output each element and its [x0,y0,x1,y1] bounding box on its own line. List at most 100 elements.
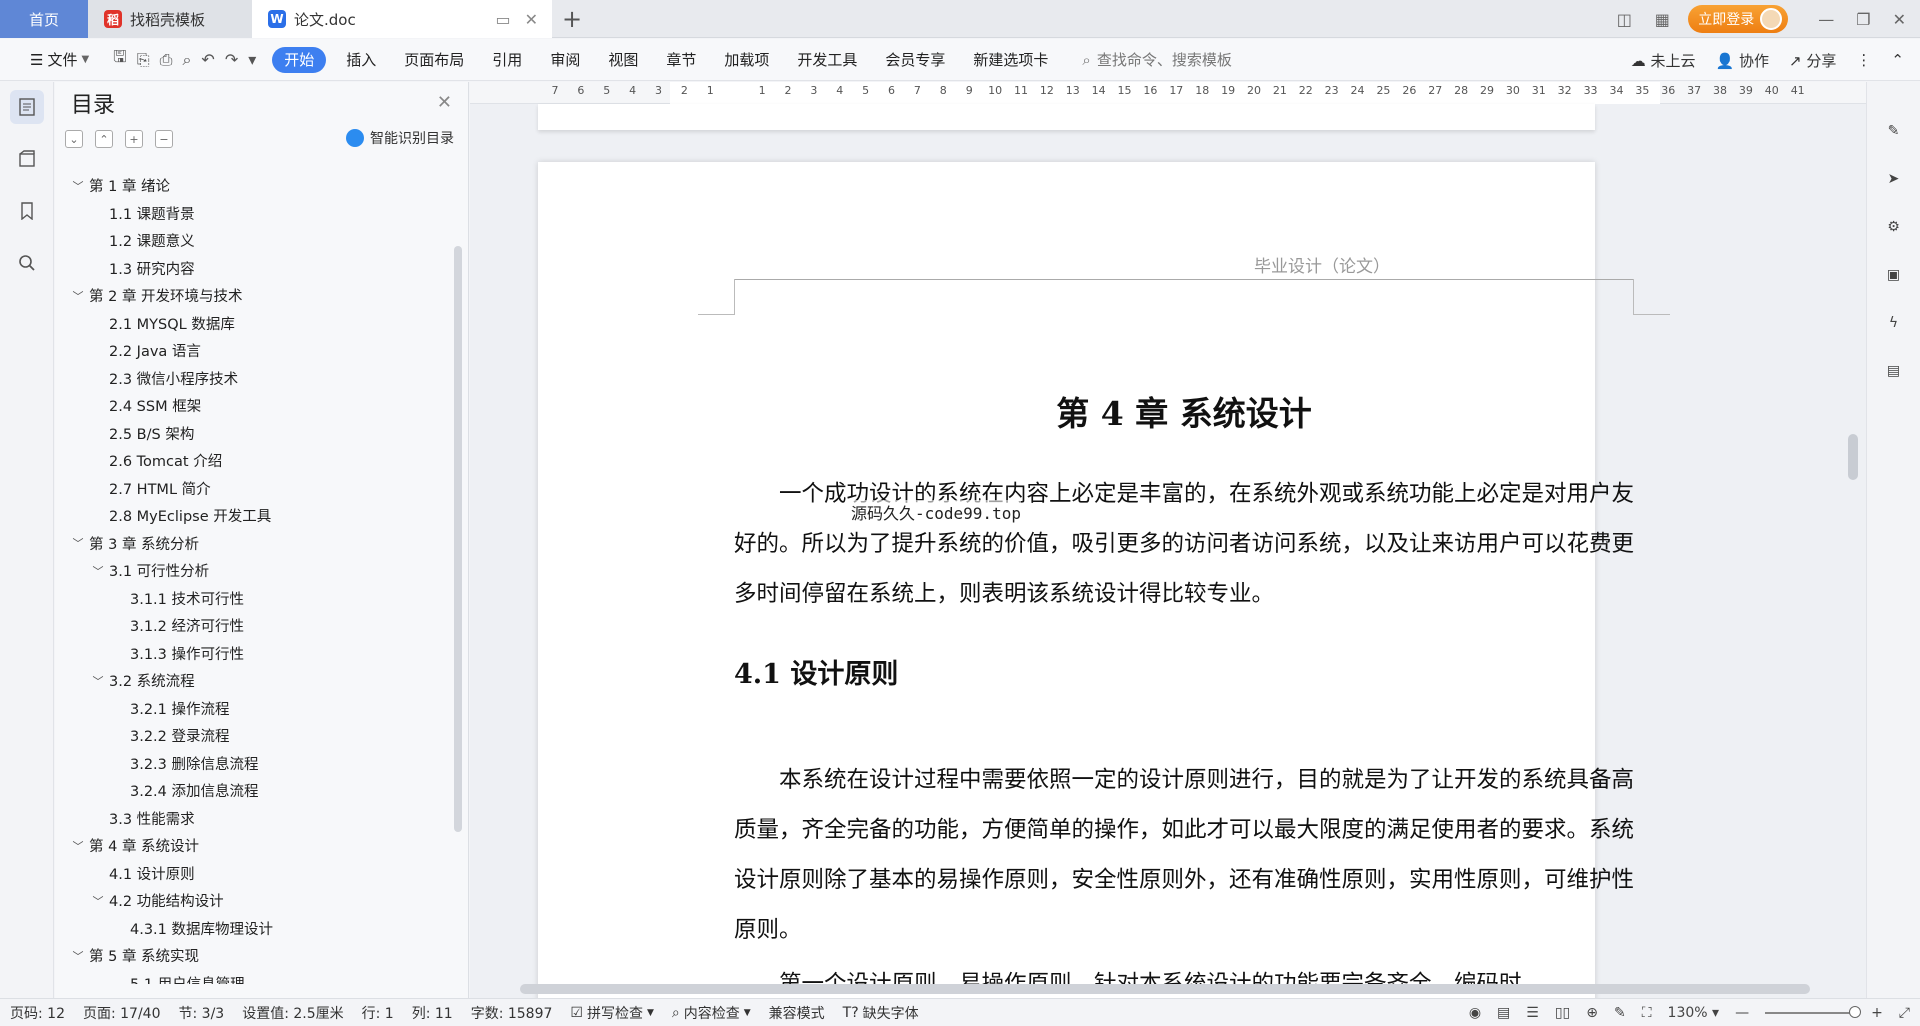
toc-item[interactable]: ﹀ 第 2 章 开发环境与技术 [55,282,451,310]
write-view-icon[interactable]: ✎ [1614,1005,1626,1021]
cloud-status[interactable]: ☁ 未上云 [1631,50,1696,71]
toc-item[interactable]: 3.2.4 添加信息流程 [55,777,451,805]
ribbon-tab-insert[interactable]: 插入 [332,39,390,81]
toc-item[interactable]: 2.6 Tomcat 介绍 [55,447,451,475]
fullscreen-icon[interactable]: ⤢ [1899,1005,1910,1021]
toc-item[interactable]: 2.4 SSM 框架 [55,392,451,420]
toc-item[interactable]: ﹀ 4.2 功能结构设计 [55,887,451,915]
ribbon-tab-addins[interactable]: 加载项 [710,39,783,81]
toc-item[interactable]: 2.1 MYSQL 数据库 [55,310,451,338]
toc-item[interactable]: ﹀ 第 4 章 系统设计 [55,832,451,860]
zoom-slider-knob[interactable] [1849,1006,1862,1018]
ribbon-tab-member[interactable]: 会员专享 [871,39,959,81]
document-page[interactable]: 毕业设计（论文） 第 4 章 系统设计 一个成功设计的系统在内容上必定是丰富的，… [538,162,1670,998]
layout-icon[interactable]: ◫ [1612,7,1636,31]
ribbon-tab-new[interactable]: 新建选项卡 [959,39,1062,81]
ribbon-tab-section[interactable]: 章节 [652,39,710,81]
toc-item[interactable]: 3.3 性能需求 [55,805,451,833]
horizontal-scrollbar[interactable] [490,984,1830,994]
smart-toc-button[interactable]: 智能识别目录 [346,128,454,148]
tab-home[interactable]: 首页 [0,0,88,38]
chevron-down-icon[interactable]: ﹀ [69,178,87,194]
toc-item[interactable]: 3.1.2 经济可行性 [55,612,451,640]
vertical-scrollbar-thumb[interactable] [1848,434,1858,480]
zoom-slider[interactable] [1765,1006,1862,1018]
expand-all-icon[interactable]: ⌄ [65,130,83,148]
adjust-icon[interactable]: ⚙ [1881,214,1907,240]
toc-item[interactable]: 2.2 Java 语言 [55,337,451,365]
chevron-down-icon[interactable]: ﹀ [89,893,107,909]
toc-item[interactable]: ﹀ 3.1 可行性分析 [55,557,451,585]
toc-item[interactable]: 2.3 微信小程序技术 [55,365,451,393]
remove-heading-icon[interactable]: − [155,130,173,148]
find-icon[interactable] [10,246,44,280]
redo-icon[interactable]: ↷ [225,50,238,69]
page-view-icon[interactable]: ▤ [1497,1005,1510,1021]
toc-item[interactable]: ﹀ 第 5 章 系统实现 [55,942,451,970]
chevron-down-icon[interactable]: ﹀ [69,288,87,304]
book-icon[interactable]: ▤ [1881,358,1907,384]
spell-check-button[interactable]: ☑ 拼写检查 ▼ [570,1003,653,1023]
collaborate-button[interactable]: 👤 协作 [1716,50,1769,71]
toc-item[interactable]: 3.2.2 登录流程 [55,722,451,750]
more-icon[interactable]: ⋮ [1856,51,1871,69]
toc-item[interactable]: 3.1.3 操作可行性 [55,640,451,668]
save-icon[interactable]: 🖫 [113,46,127,73]
chevron-down-icon[interactable]: ﹀ [89,673,107,689]
zoom-level[interactable]: 130% ▾ [1668,1005,1720,1021]
horizontal-ruler[interactable]: 7 6 5 4 3 2 1 1 2 3 4 5 6 7 8 9 10 11 12 13 14 15 16 17 18 19 20 21… [470,82,1866,104]
restore-icon[interactable]: ❐ [1856,10,1870,29]
toc-item[interactable]: 1.2 课题意义 [55,227,451,255]
toc-item[interactable]: 3.2.3 删除信息流程 [55,750,451,778]
pin-icon[interactable]: ▭ [495,10,510,29]
select-cursor-icon[interactable]: ➤ [1881,166,1907,192]
collapse-all-icon[interactable]: ⌃ [95,130,113,148]
missing-font-button[interactable]: T? 缺失字体 [843,1003,919,1023]
ribbon-tab-developer[interactable]: 开发工具 [783,39,871,81]
file-menu[interactable]: ☰ 文件 ▼ [16,39,103,81]
bookmark-icon[interactable] [10,194,44,228]
web-view-icon[interactable]: ⊕ [1586,1005,1598,1021]
toc-item[interactable]: 4.3.1 数据库物理设计 [55,915,451,943]
print-preview-icon[interactable]: ⌕ [182,50,191,70]
tab-document[interactable]: W 论文.doc ▭ ✕ [252,0,552,38]
toc-item[interactable]: 3.1.1 技术可行性 [55,585,451,613]
ribbon-tab-home[interactable]: 开始 [272,46,327,73]
new-tab-button[interactable]: + [552,0,592,38]
apps-grid-icon[interactable]: ▦ [1650,7,1674,31]
toc-item[interactable]: ﹀ 第 1 章 绪论 [55,172,451,200]
ribbon-tab-view[interactable]: 视图 [594,39,652,81]
ribbon-tab-layout[interactable]: 页面布局 [390,39,478,81]
chevron-down-icon[interactable]: ﹀ [69,535,87,551]
toc-item[interactable]: 2.8 MyEclipse 开发工具 [55,502,451,530]
chevron-down-icon[interactable]: ﹀ [69,838,87,854]
print-icon[interactable]: ⎙ [160,50,173,70]
toc-item[interactable]: 2.7 HTML 简介 [55,475,451,503]
toc-item[interactable]: 3.2.1 操作流程 [55,695,451,723]
eye-protect-icon[interactable]: ◉ [1469,1005,1481,1021]
toc-panel-icon[interactable] [9,90,44,124]
chapter-nav-icon[interactable] [10,142,44,176]
share-button[interactable]: ↗ 分享 [1789,50,1836,71]
image-icon[interactable]: ▣ [1881,262,1907,288]
pen-icon[interactable]: ✎ [1881,118,1907,144]
customize-icon[interactable]: ▾ [248,50,256,69]
toc-scrollbar[interactable] [454,246,462,832]
add-heading-icon[interactable]: + [125,130,143,148]
tab-template[interactable]: 稻 找稻壳模板 [88,0,252,38]
chevron-down-icon[interactable]: ﹀ [69,948,87,964]
content-check-button[interactable]: ⌕ 内容检查 ▼ [672,1003,751,1023]
toc-item[interactable]: 1.3 研究内容 [55,255,451,283]
chevron-down-icon[interactable]: ﹀ [89,563,107,579]
ribbon-tab-references[interactable]: 引用 [478,39,536,81]
minimize-icon[interactable]: — [1818,10,1834,29]
fit-page-icon[interactable]: ⛶ [1642,1005,1652,1021]
close-icon[interactable]: ✕ [437,92,452,113]
close-tab-icon[interactable]: ✕ [525,10,538,29]
close-window-icon[interactable]: ✕ [1893,10,1906,29]
lightning-icon[interactable]: ϟ [1881,310,1907,336]
login-button[interactable]: 立即登录 [1688,5,1789,33]
toc-item[interactable]: 1.1 课题背景 [55,200,451,228]
zoom-in-icon[interactable]: + [1871,1005,1883,1021]
collapse-ribbon-icon[interactable]: ⌃ [1891,51,1904,69]
